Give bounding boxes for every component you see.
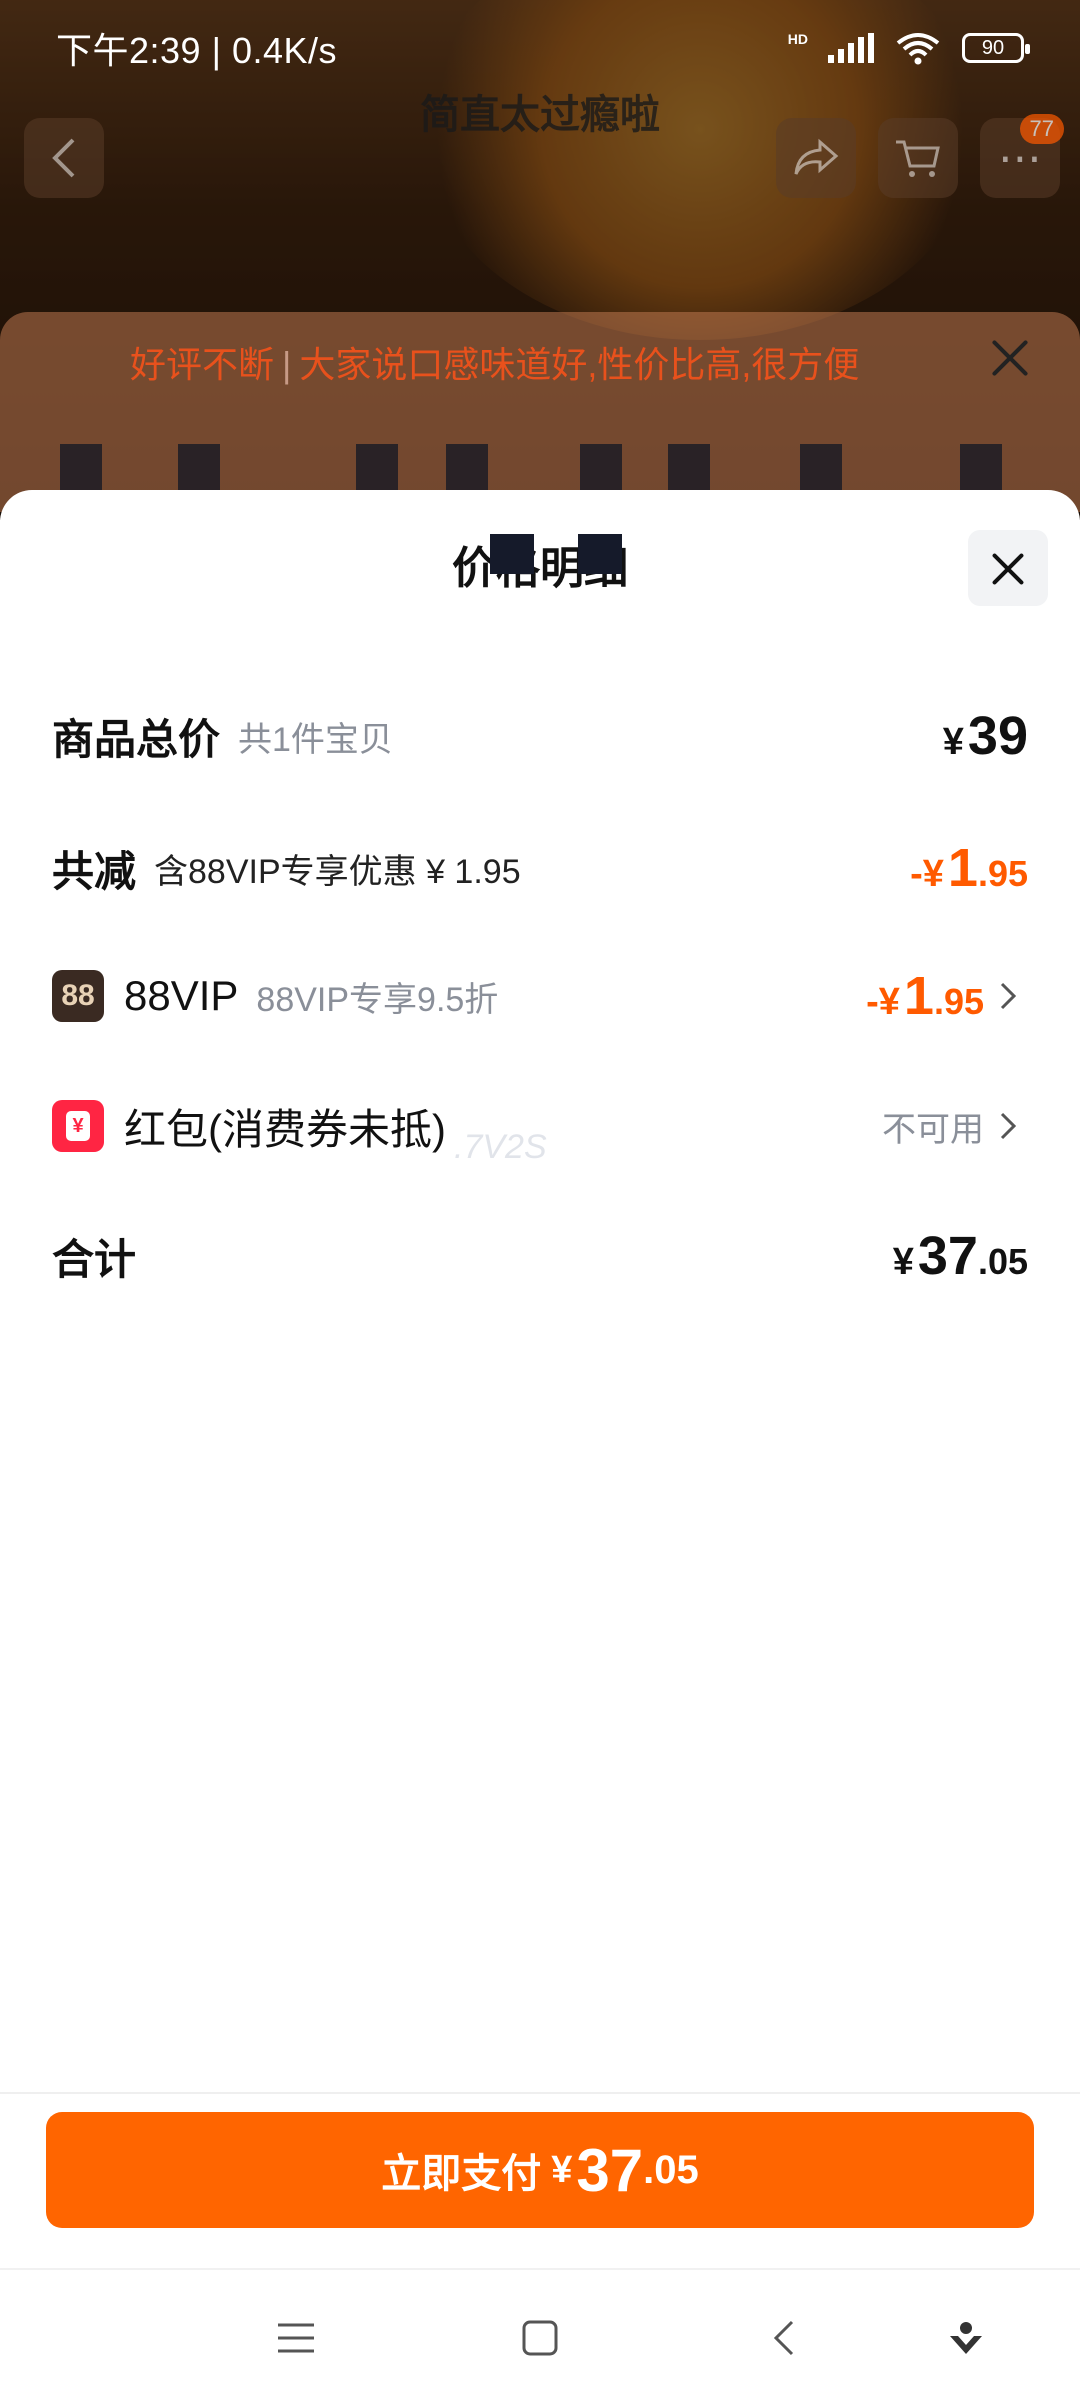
menu-icon	[278, 2323, 314, 2353]
signal-icon	[828, 33, 874, 63]
title-mask	[578, 534, 622, 574]
system-nav-bar	[0, 2270, 1080, 2400]
status-bar: 下午2:39 | 0.4K/s HD 90	[0, 0, 1080, 96]
assistant-button[interactable]	[936, 2308, 996, 2368]
back-icon	[773, 2320, 794, 2356]
menu-button[interactable]	[266, 2308, 326, 2368]
vip-88-icon: 88	[52, 970, 104, 1022]
review-placeholder-blocks	[60, 444, 1020, 492]
vip-amount: -¥ 1.95	[866, 966, 984, 1026]
red-packet-status: 不可用	[882, 1110, 984, 1149]
pay-amount-dec: .05	[643, 2147, 699, 2192]
more-button[interactable]: ⋯ 77	[980, 114, 1064, 198]
cart-badge: 77	[1019, 114, 1064, 144]
status-icons: HD 90	[787, 31, 1030, 65]
row-goods-total: 商品总价 共1件宝贝 ¥39	[52, 696, 1028, 776]
sheet-close-button[interactable]	[968, 530, 1048, 606]
watermark: .7V2S	[454, 1128, 547, 1166]
sheet-title: 价格明细	[452, 544, 628, 593]
sum-label: 合计	[52, 1235, 137, 1283]
wifi-icon	[896, 33, 940, 65]
red-packet-icon: ¥	[52, 1100, 104, 1152]
battery-icon: 90	[962, 33, 1030, 63]
goods-total-label: 商品总价	[52, 715, 221, 763]
home-icon	[522, 2320, 558, 2356]
vip-label: 88VIP	[124, 972, 239, 1019]
discount-detail: 含88VIP专享优惠 ¥ 1.95	[154, 852, 521, 891]
cart-button[interactable]	[878, 118, 958, 198]
title-mask	[490, 534, 534, 574]
chevron-right-icon	[998, 1106, 1028, 1146]
row-88vip[interactable]: 88 88VIP 88VIP专享9.5折 -¥ 1.95	[52, 956, 1028, 1036]
footer-divider	[0, 2092, 1080, 2094]
sum-amount: ¥37.05	[892, 1226, 1028, 1286]
review-close-button[interactable]	[986, 334, 1034, 382]
pay-amount-int: 37	[576, 2136, 644, 2204]
battery-level: 90	[981, 36, 1005, 59]
share-button[interactable]	[776, 118, 856, 198]
discount-amount: -¥ 1.95	[910, 838, 1028, 898]
cart-icon	[896, 140, 940, 177]
red-packet-label: 红包(消费券未抵)	[124, 1105, 446, 1153]
goods-count: 共1件宝贝	[238, 720, 393, 759]
pay-now-button[interactable]: 立即支付 ¥ 37 .05	[46, 2112, 1034, 2228]
status-time: 下午2:39 | 0.4K/s	[56, 30, 337, 71]
discount-label: 共减	[52, 847, 137, 895]
pay-currency: ¥	[551, 2148, 573, 2191]
goods-total-amount: ¥39	[942, 706, 1028, 766]
chevron-right-icon	[998, 976, 1028, 1016]
review-text: 好评不断 | 大家说口感味道好,性价比高,很方便	[130, 344, 860, 385]
home-button[interactable]	[510, 2308, 570, 2368]
network-type: HD	[787, 31, 808, 47]
review-summary: 大家说口感味道好,性价比高,很方便	[299, 344, 860, 385]
vip-detail: 88VIP专享9.5折	[256, 980, 499, 1019]
back-nav-button[interactable]	[754, 2308, 814, 2368]
review-banner: 好评不断 | 大家说口感味道好,性价比高,很方便	[0, 312, 1080, 512]
back-button[interactable]	[24, 118, 104, 198]
row-sum: 合计 ¥37.05	[52, 1216, 1028, 1296]
share-icon	[794, 138, 839, 175]
back-icon	[52, 138, 75, 178]
row-discount: 共减 含88VIP专享优惠 ¥ 1.95 -¥ 1.95	[52, 828, 1028, 908]
assistant-icon	[950, 2322, 982, 2354]
pay-label: 立即支付	[381, 2152, 542, 2196]
review-tag: 好评不断	[130, 344, 275, 385]
